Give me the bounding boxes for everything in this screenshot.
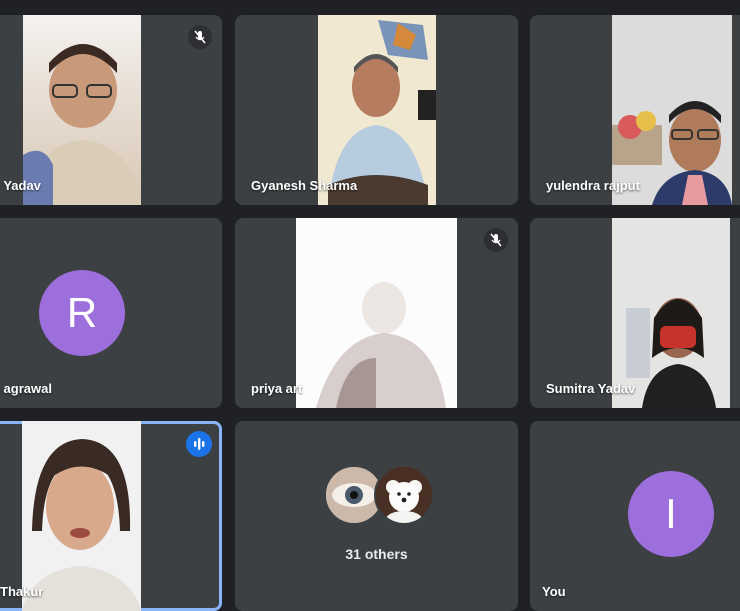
others-thumbnail <box>374 465 434 525</box>
participant-video <box>23 15 141 205</box>
avatar: R <box>39 270 125 356</box>
participant-video-image <box>296 218 457 408</box>
avatar: I <box>628 471 714 557</box>
mic-off-icon <box>188 25 212 49</box>
participant-tile-n-yadav[interactable]: n Yadav <box>0 15 222 205</box>
participant-tile-thakur[interactable]: Thakur <box>0 421 222 611</box>
participant-name: You <box>542 584 566 599</box>
participant-tile-yulendra-rajput[interactable]: yulendra rajput <box>530 15 740 205</box>
participant-video-image <box>612 218 730 408</box>
others-tile[interactable]: 31 others <box>235 421 518 611</box>
participant-video <box>318 15 436 205</box>
teddy-bear-image <box>376 467 432 523</box>
participant-tile-sumitra-yadav[interactable]: Sumitra Yadav <box>530 218 740 408</box>
participant-name: Sumitra Yadav <box>546 381 636 396</box>
participant-name: n Yadav <box>0 178 41 193</box>
participant-name: Gyanesh Sharma <box>251 178 358 193</box>
participant-video <box>22 421 141 611</box>
mic-off-icon <box>484 228 508 252</box>
speaking-indicator-icon <box>186 431 212 457</box>
participant-tile-gyanesh-sharma[interactable]: Gyanesh Sharma <box>235 15 518 205</box>
participant-name: priya art <box>251 381 303 396</box>
participant-video <box>296 218 457 408</box>
participant-video-image <box>22 421 141 611</box>
participant-video-image <box>318 15 436 205</box>
participant-video-image <box>23 44 141 205</box>
participant-name: yulendra rajput <box>546 178 640 193</box>
participant-tile-n-agrawal[interactable]: R n agrawal <box>0 218 222 408</box>
participant-tile-priya-art[interactable]: priya art <box>235 218 518 408</box>
participant-video <box>612 218 730 408</box>
participant-video <box>612 15 732 205</box>
participant-video-image <box>612 15 732 205</box>
participant-name: n agrawal <box>0 381 52 396</box>
participant-tile-you[interactable]: I You <box>530 421 740 611</box>
participant-name: Thakur <box>0 584 44 599</box>
others-count-label: 31 others <box>345 546 408 562</box>
